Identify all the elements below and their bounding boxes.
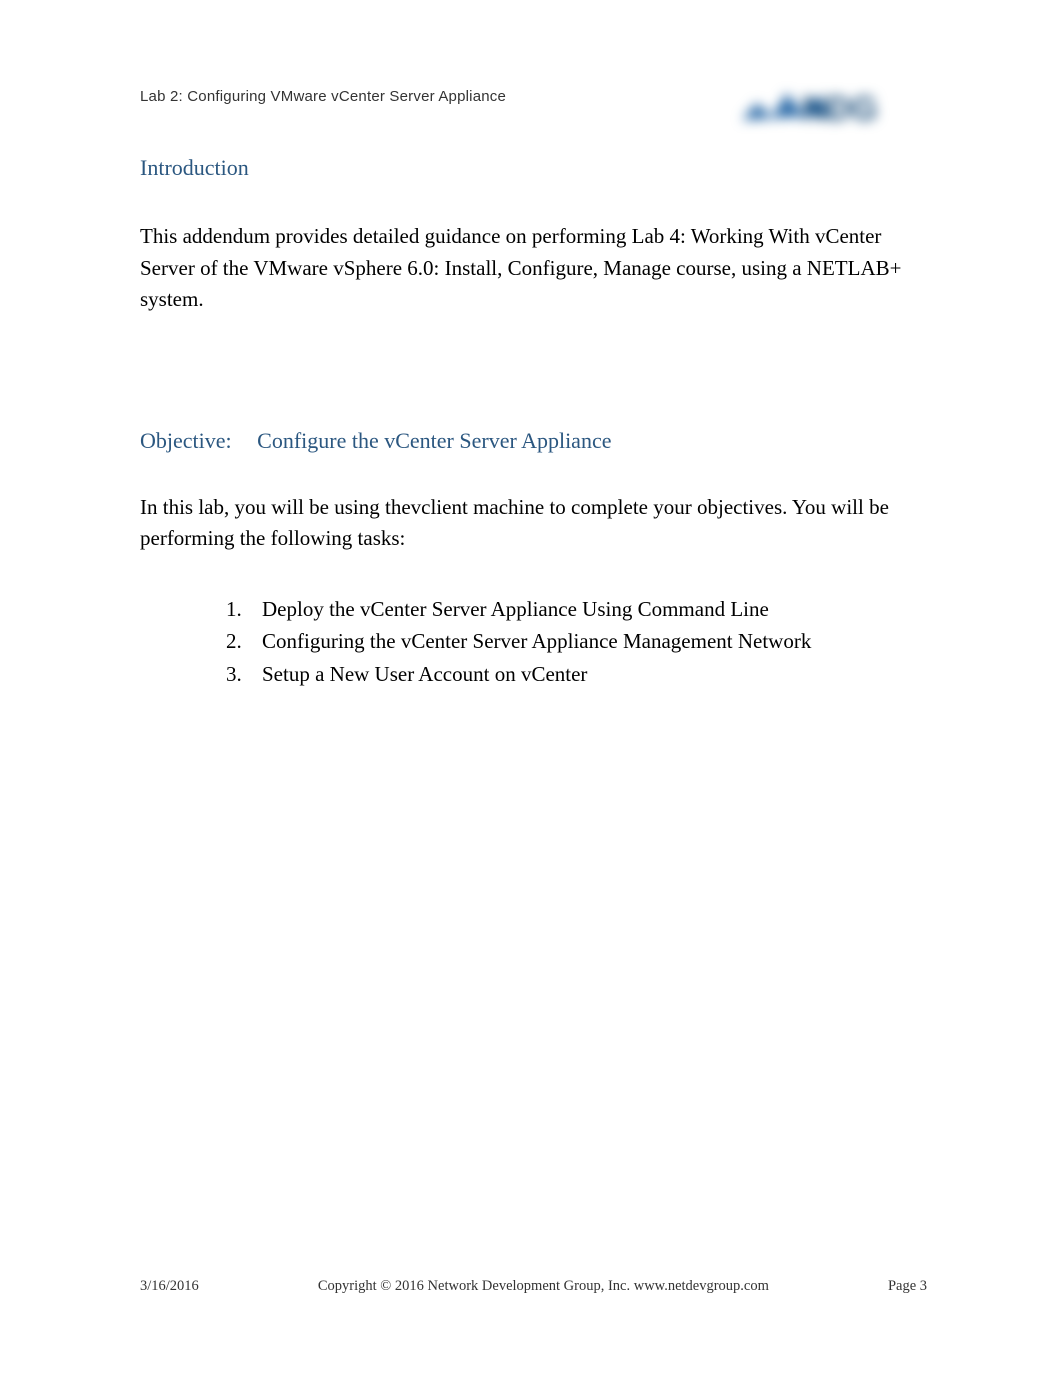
list-item: 3. Setup a New User Account on vCenter [226,658,927,691]
page-footer: 3/16/2016 Copyright © 2016 Network Devel… [140,1278,927,1295]
footer-page-number: Page 3 [888,1278,927,1295]
footer-date: 3/16/2016 [140,1278,199,1295]
task-text: Configuring the vCenter Server Appliance… [262,625,811,658]
task-list: 1. Deploy the vCenter Server Appliance U… [226,593,927,691]
footer-copyright: Copyright © 2016 Network Development Gro… [318,1278,769,1295]
objective-label: Objective: [140,428,232,453]
obj-text-2: vclient [411,495,468,519]
task-text: Setup a New User Account on vCenter [262,658,587,691]
objective-paragraph: In this lab, you will be using thevclien… [140,492,927,555]
list-item: 2. Configuring the vCenter Server Applia… [226,625,927,658]
objective-heading: Objective: Configure the vCenter Server … [140,428,927,454]
ndg-logo: NDG [732,75,892,135]
introduction-paragraph: This addendum provides detailed guidance… [140,221,927,316]
task-number: 3. [226,658,262,691]
svg-text:NDG: NDG [802,90,878,128]
introduction-heading: Introduction [140,155,927,181]
obj-text-1: In this lab, you will be using the [140,495,411,519]
task-text: Deploy the vCenter Server Appliance Usin… [262,593,769,626]
intro-text-3: VMware vSphere 6.0: Install, Configure, … [253,256,671,280]
task-number: 2. [226,625,262,658]
list-item: 1. Deploy the vCenter Server Appliance U… [226,593,927,626]
objective-text: Configure the vCenter Server Appliance [257,428,611,453]
document-page: Lab 2: Configuring VMware vCenter Server… [0,0,1062,1377]
logo-icon: NDG [732,75,892,135]
task-number: 1. [226,593,262,626]
intro-text-2: of the [200,256,248,280]
